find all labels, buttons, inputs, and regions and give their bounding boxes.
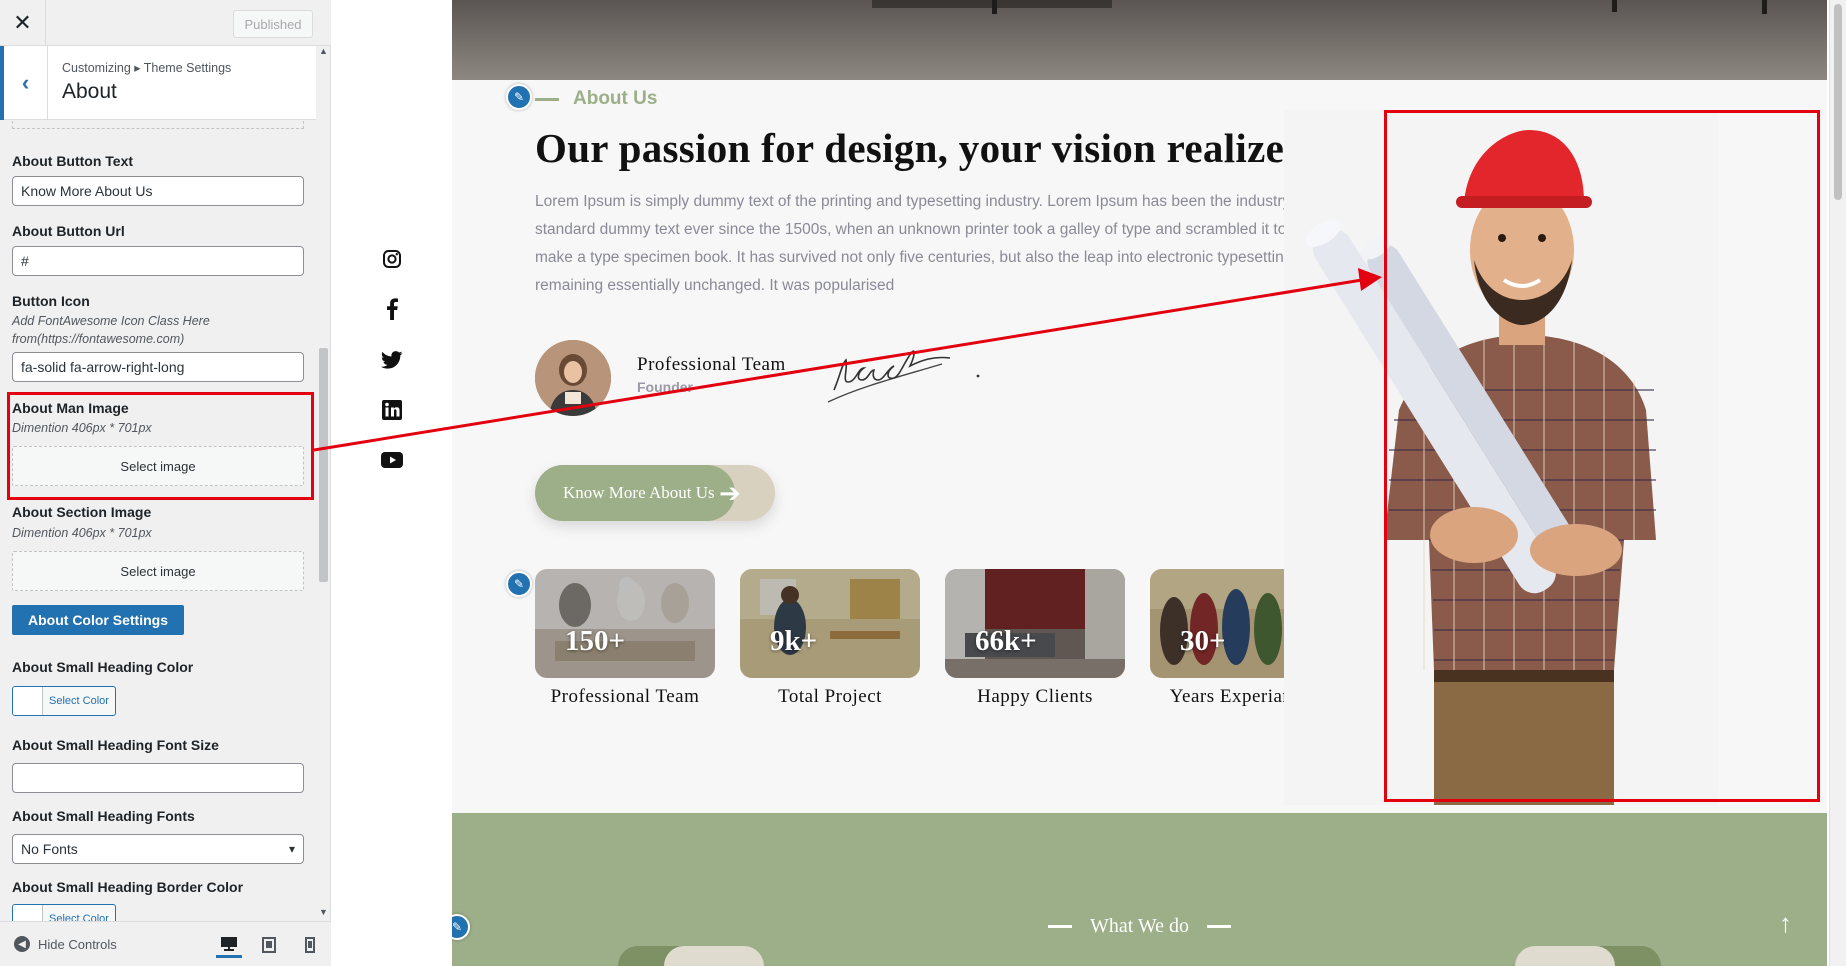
founder-name: Professional Team bbox=[637, 354, 786, 375]
stat-label: Total Project bbox=[778, 686, 882, 707]
close-icon: ✕ bbox=[13, 10, 32, 35]
preview-scrollbar[interactable] bbox=[1829, 0, 1846, 966]
small-heading-font-size-input[interactable] bbox=[12, 763, 304, 793]
heading-line bbox=[1047, 925, 1072, 928]
breadcrumb: Customizing ▸ Theme Settings bbox=[62, 61, 232, 75]
edit-shortcut-icon[interactable]: ✎ bbox=[506, 571, 532, 597]
select-color-label: Select Color bbox=[49, 913, 109, 921]
slider-next-button[interactable] bbox=[1515, 946, 1661, 966]
button-text-input[interactable]: Know More About Us bbox=[12, 176, 304, 206]
instagram-icon[interactable] bbox=[381, 248, 403, 270]
facebook-icon[interactable] bbox=[381, 298, 403, 320]
man-image-description: Dimention 406px * 701px bbox=[12, 421, 152, 435]
color-swatch bbox=[13, 687, 43, 715]
scroll-down-icon[interactable]: ▼ bbox=[319, 907, 328, 917]
founder-avatar bbox=[535, 340, 611, 416]
slider-prev-button[interactable] bbox=[618, 946, 764, 966]
stat-number: 150+ bbox=[565, 625, 626, 657]
hide-controls-button[interactable]: ◀ Hide Controls bbox=[14, 936, 117, 952]
button-icon-description: Add FontAwesome Icon Class Here from(htt… bbox=[12, 314, 210, 346]
chevron-down-icon: ▾ bbox=[288, 842, 295, 856]
man-image-label: About Man Image bbox=[12, 400, 129, 416]
founder-role: Founder bbox=[637, 379, 693, 395]
small-heading-color-picker[interactable]: Select Color bbox=[12, 686, 116, 716]
chevron-left-icon: ‹ bbox=[21, 70, 30, 95]
desktop-icon bbox=[221, 936, 237, 951]
collapse-icon: ◀ bbox=[14, 936, 30, 952]
previous-control-edge bbox=[12, 121, 304, 129]
close-button[interactable]: ✕ bbox=[0, 0, 46, 46]
small-heading-border-color-label: About Small Heading Border Color bbox=[12, 879, 244, 895]
controls-list: About Button Text Know More About Us Abo… bbox=[0, 121, 316, 921]
color-settings-button[interactable]: About Color Settings bbox=[12, 605, 184, 635]
about-small-heading-text: About Us bbox=[573, 88, 658, 109]
linkedin-icon[interactable] bbox=[381, 399, 403, 421]
slider-knob bbox=[1515, 946, 1615, 966]
button-url-input[interactable]: # bbox=[12, 246, 304, 276]
what-we-do-heading: What We do bbox=[452, 915, 1827, 938]
section-image-label: About Section Image bbox=[12, 504, 152, 520]
section-title: About bbox=[62, 80, 117, 103]
slider-knob bbox=[664, 946, 764, 966]
stat-card-clients: 66k+ bbox=[945, 569, 1125, 678]
panel-footer: ◀ Hide Controls bbox=[0, 921, 331, 966]
twitter-icon[interactable] bbox=[381, 349, 403, 371]
section-header: ‹ Customizing ▸ Theme Settings About bbox=[0, 46, 316, 120]
about-small-heading: About Us bbox=[535, 88, 657, 110]
small-heading-fonts-select[interactable]: No Fonts ▾ bbox=[12, 834, 304, 864]
select-color-label: Select Color bbox=[49, 695, 109, 707]
heading-line bbox=[535, 97, 559, 101]
about-man-image bbox=[1284, 110, 1718, 805]
know-more-button[interactable]: Know More About Us ➔ bbox=[535, 465, 775, 521]
preview-scroll-thumb[interactable] bbox=[1834, 4, 1842, 200]
youtube-icon[interactable] bbox=[381, 449, 403, 471]
mobile-preview-button[interactable] bbox=[297, 932, 323, 958]
signature-image bbox=[827, 350, 980, 403]
section-image-select-button[interactable]: Select image bbox=[12, 551, 304, 591]
scroll-up-icon[interactable]: ▲ bbox=[319, 46, 328, 56]
tablet-preview-button[interactable] bbox=[256, 932, 282, 958]
stat-number: 66k+ bbox=[975, 625, 1037, 657]
stat-card-projects: 9k+ bbox=[740, 569, 920, 678]
stat-label: Happy Clients bbox=[977, 686, 1093, 707]
man-image-select-button[interactable]: Select image bbox=[12, 446, 304, 486]
small-heading-font-size-label: About Small Heading Font Size bbox=[12, 737, 219, 753]
hide-controls-label: Hide Controls bbox=[38, 936, 117, 952]
stat-number: 30+ bbox=[1180, 625, 1226, 657]
color-swatch bbox=[13, 905, 43, 921]
arrow-right-icon: ➔ bbox=[719, 478, 741, 508]
site-preview: ✎ About Us Our passion for design, your … bbox=[452, 0, 1827, 966]
button-icon-input[interactable]: fa-solid fa-arrow-right-long bbox=[12, 352, 304, 382]
what-we-do-text: What We do bbox=[1089, 915, 1190, 937]
stat-number: 9k+ bbox=[770, 625, 818, 657]
social-sidebar bbox=[332, 0, 452, 966]
back-button[interactable]: ‹ bbox=[0, 46, 48, 120]
button-text-label: About Button Text bbox=[12, 153, 134, 169]
published-button[interactable]: Published bbox=[233, 10, 313, 38]
small-heading-color-label: About Small Heading Color bbox=[12, 659, 194, 675]
about-paragraph: Lorem Ipsum is simply dummy text of the … bbox=[535, 193, 1301, 294]
stat-card-team: 150+ bbox=[535, 569, 715, 678]
button-url-label: About Button Url bbox=[12, 223, 125, 239]
about-heading: Our passion for design, your vision real… bbox=[535, 125, 1308, 171]
panel-scroll-thumb[interactable] bbox=[319, 348, 328, 582]
heading-line bbox=[1207, 925, 1232, 928]
tablet-icon bbox=[262, 937, 276, 953]
stat-label: Professional Team bbox=[550, 686, 700, 707]
panel-header: ✕ Published bbox=[0, 0, 331, 46]
know-more-label: Know More About Us bbox=[535, 465, 735, 521]
what-we-do-section bbox=[452, 813, 1827, 966]
edit-shortcut-icon[interactable]: ✎ bbox=[506, 84, 532, 110]
select-value: No Fonts bbox=[21, 841, 78, 857]
hero-image-bottom bbox=[452, 0, 1827, 80]
small-heading-fonts-label: About Small Heading Fonts bbox=[12, 808, 195, 824]
small-heading-border-color-picker[interactable]: Select Color bbox=[12, 904, 116, 921]
customizer-panel: ✕ Published ‹ Customizing ▸ Theme Settin… bbox=[0, 0, 331, 966]
button-icon-label: Button Icon bbox=[12, 293, 90, 309]
desktop-preview-button[interactable] bbox=[216, 932, 242, 958]
scroll-to-top-icon[interactable]: ↑ bbox=[1779, 908, 1792, 939]
mobile-icon bbox=[305, 937, 315, 953]
section-image-description: Dimention 406px * 701px bbox=[12, 526, 152, 540]
